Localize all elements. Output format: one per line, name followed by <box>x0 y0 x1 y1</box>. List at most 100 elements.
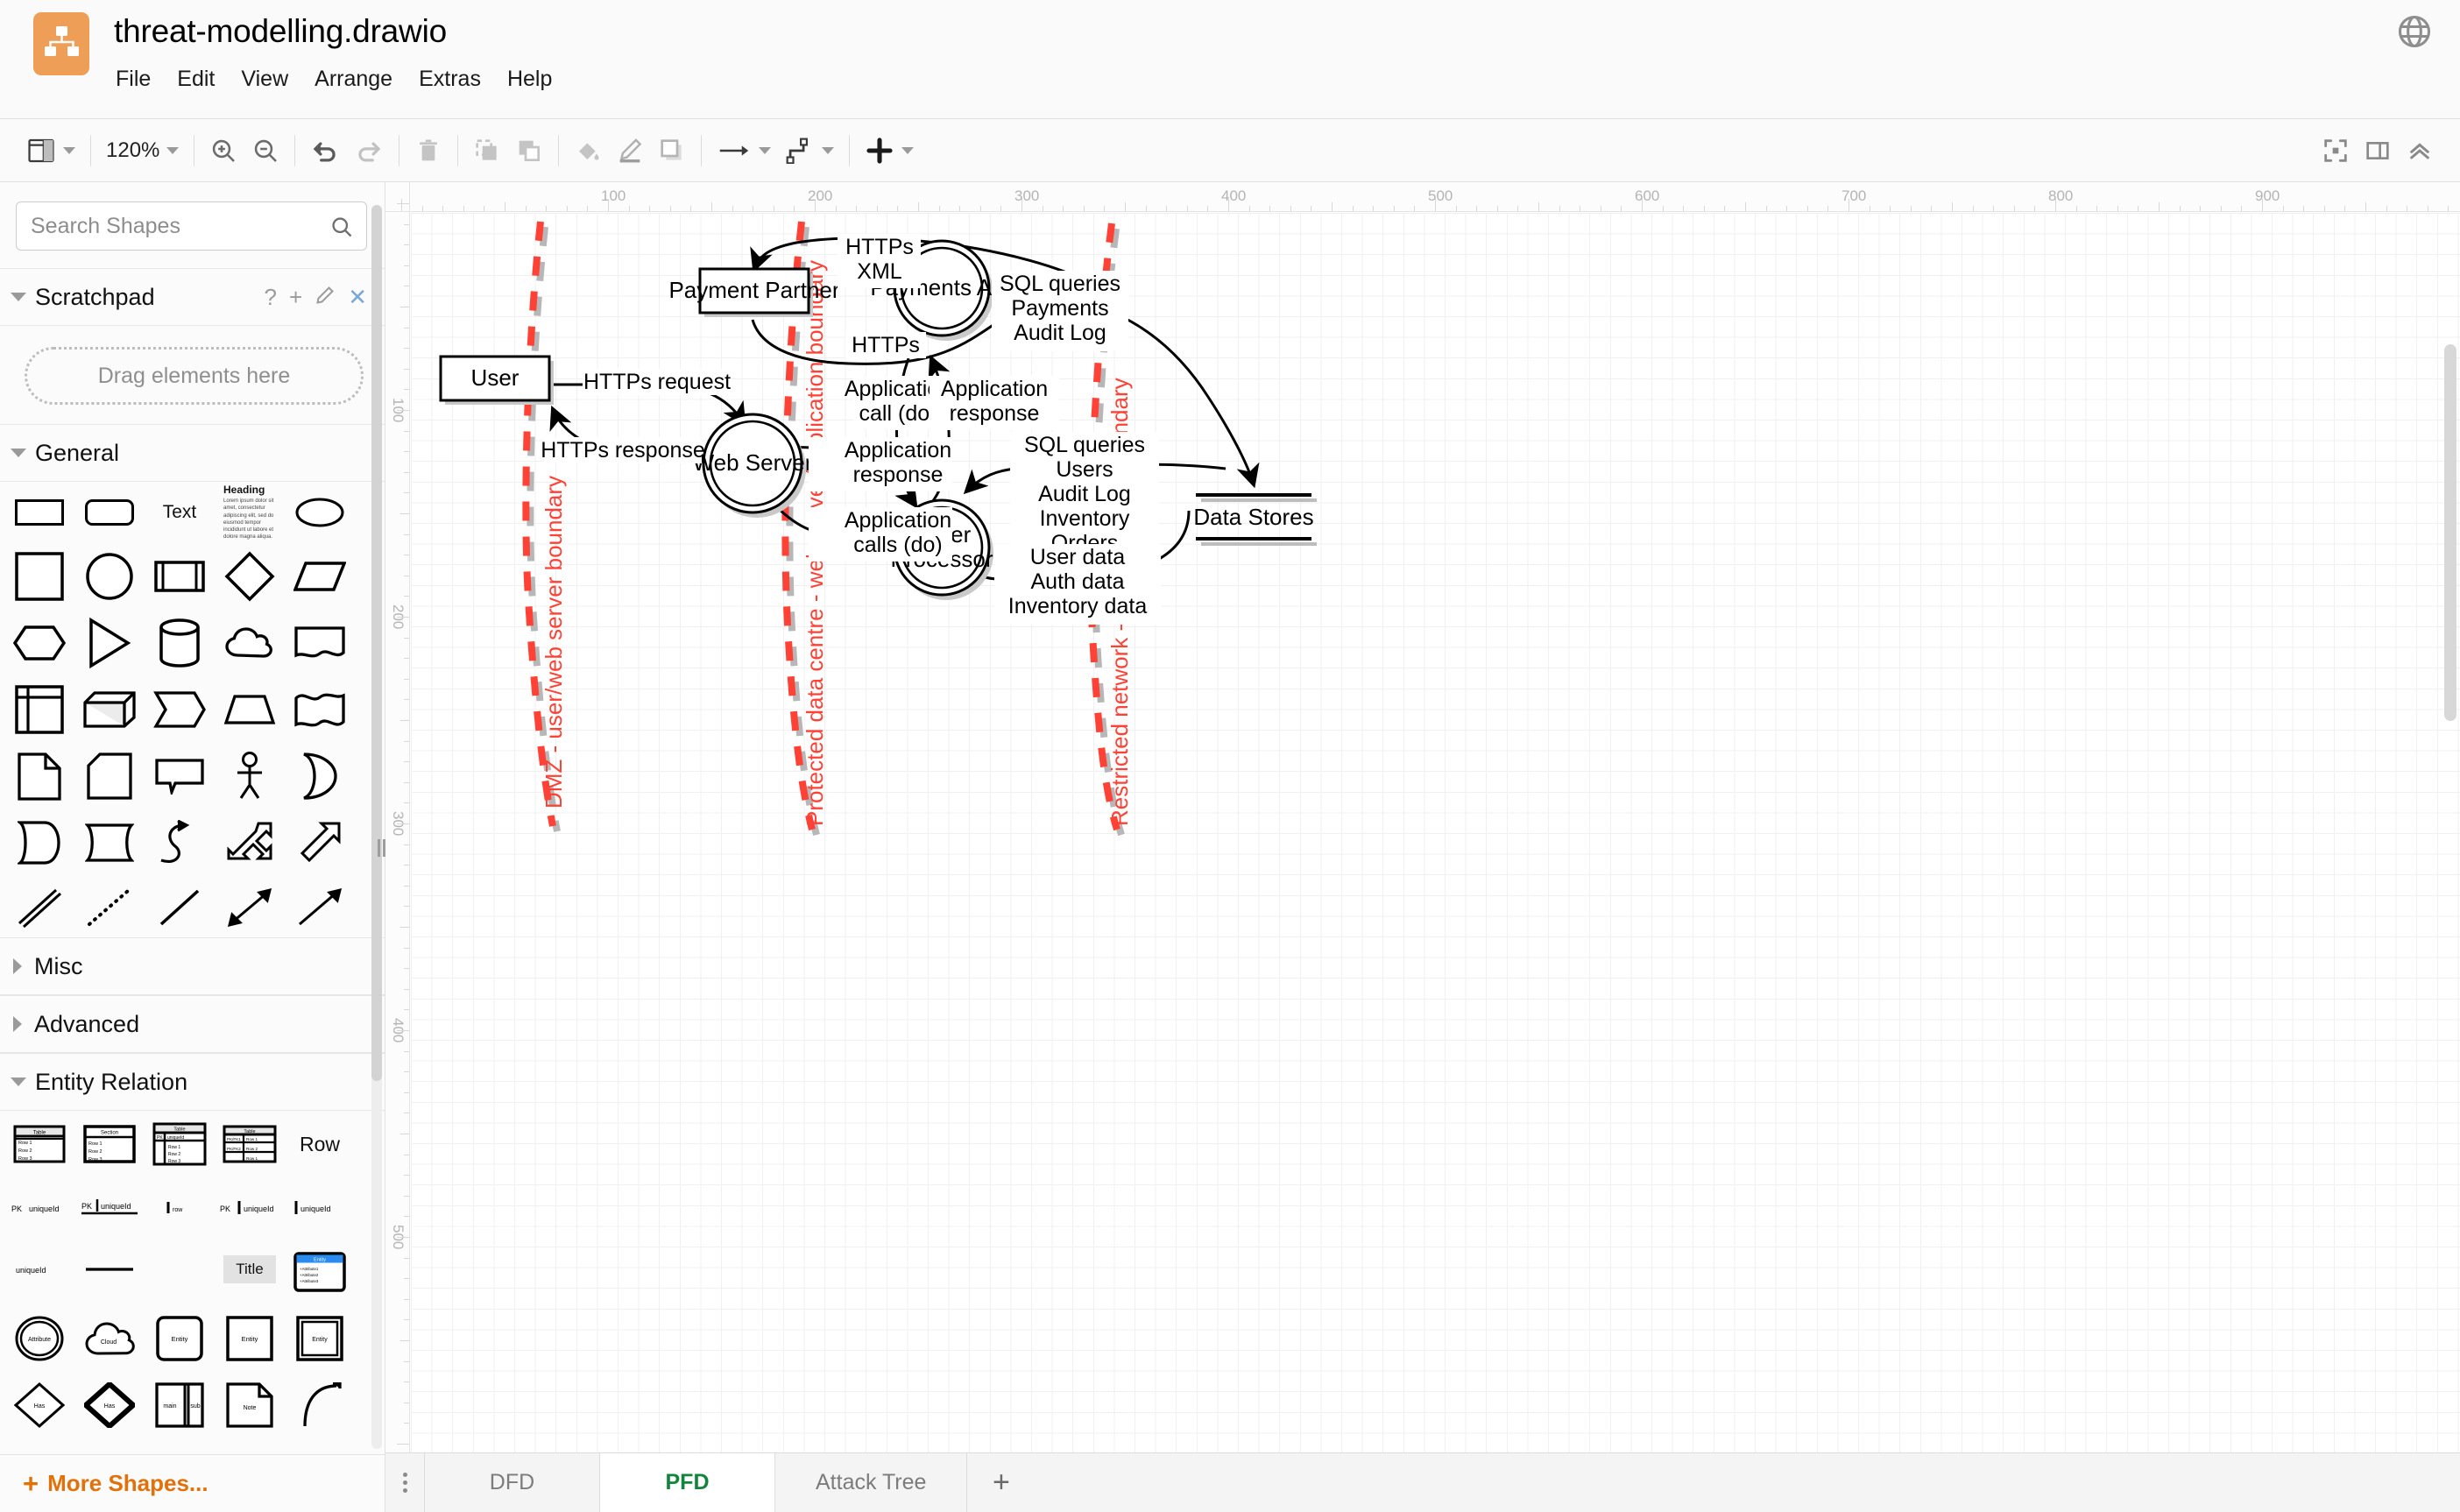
tab-pfd[interactable]: PFD <box>599 1453 774 1512</box>
connection-arrow-icon[interactable] <box>710 125 778 176</box>
globe-icon[interactable] <box>2395 12 2434 51</box>
add-page-button[interactable]: + <box>966 1453 1035 1512</box>
shape-table-section[interactable]: Section Row 1 Row 2 Row 3 <box>74 1111 145 1177</box>
shape-uniqueid-plain[interactable]: uniqueId <box>4 1239 74 1300</box>
more-shapes-button[interactable]: + More Shapes... <box>0 1454 385 1512</box>
shape-text[interactable]: Text <box>145 482 215 543</box>
shape-tape[interactable] <box>285 676 355 743</box>
shape-cylinder[interactable] <box>145 610 215 676</box>
tab-dfd[interactable]: DFD <box>424 1453 599 1512</box>
shape-square[interactable] <box>4 543 74 610</box>
line-color-icon[interactable] <box>609 125 651 176</box>
section-general[interactable]: General <box>0 424 385 482</box>
close-icon[interactable]: ✕ <box>348 286 367 308</box>
shape-circle[interactable] <box>74 543 145 610</box>
shape-has-diamond-bold[interactable]: Has <box>74 1372 145 1438</box>
connection-caret[interactable] <box>759 147 771 154</box>
node-web-server[interactable]: Web Server <box>693 414 813 518</box>
shape-table-pk-rows[interactable]: Table PK uniqueId Row 1 Row 2 Row 3 <box>145 1111 215 1177</box>
horizontal-ruler[interactable]: 100200300400500600700800900 <box>410 182 2460 212</box>
shape-empty-cell[interactable] <box>145 1239 215 1300</box>
shape-thick-arrow[interactable] <box>285 809 355 876</box>
menu-help[interactable]: Help <box>496 65 567 94</box>
tab-attack-tree[interactable]: Attack Tree <box>774 1453 966 1512</box>
shadow-icon[interactable] <box>651 125 693 176</box>
shape-row-label[interactable]: Row <box>285 1111 355 1177</box>
scratchpad-dropzone[interactable]: Drag elements here <box>25 347 364 405</box>
shape-parallelogram[interactable] <box>285 543 355 610</box>
shape-entity-rounded[interactable]: Entity <box>145 1305 215 1372</box>
shape-entity-double-square[interactable]: Entity <box>285 1305 355 1372</box>
shape-diamond[interactable] <box>215 543 285 610</box>
help-icon[interactable]: ? <box>265 286 277 308</box>
waypoints-caret[interactable] <box>822 147 834 154</box>
shape-line[interactable] <box>145 876 215 937</box>
menu-view[interactable]: View <box>230 65 303 94</box>
vertical-ruler[interactable]: 100200300400500 <box>385 212 410 1512</box>
panel-layout-caret[interactable] <box>63 147 75 154</box>
shape-rectangle[interactable] <box>4 482 74 543</box>
shape-delay[interactable] <box>74 809 145 876</box>
shape-cube[interactable] <box>74 676 145 743</box>
undo-icon[interactable] <box>303 125 347 176</box>
shape-card[interactable] <box>74 743 145 809</box>
shape-cloud[interactable]: Cloud <box>74 1305 145 1372</box>
shape-internal-storage[interactable] <box>4 676 74 743</box>
search-icon[interactable] <box>329 215 354 244</box>
to-front-icon[interactable] <box>466 125 508 176</box>
shape-table-pk-columns[interactable]: Table PK/FK1 Row 1 PK/FK2 Row 2 Row 1 <box>215 1111 285 1177</box>
shape-note[interactable] <box>4 743 74 809</box>
tab-menu-icon[interactable] <box>385 1453 424 1512</box>
shape-note[interactable]: Note <box>215 1372 285 1438</box>
shape-or[interactable] <box>285 743 355 809</box>
shape-attribute-double-circle[interactable]: Attribute <box>4 1305 74 1372</box>
shape-s-curve[interactable] <box>145 809 215 876</box>
menu-arrange[interactable]: Arrange <box>303 65 407 94</box>
shape-cloud[interactable] <box>215 610 285 676</box>
shape-ellipse[interactable] <box>285 482 355 543</box>
chevron-down-icon[interactable] <box>11 293 26 301</box>
shape-dotted-line[interactable] <box>74 876 145 937</box>
section-advanced[interactable]: Advanced <box>0 995 385 1053</box>
shape-horizontal-line[interactable] <box>74 1239 145 1300</box>
insert-icon[interactable] <box>858 125 921 176</box>
zoom-caret[interactable] <box>166 147 179 154</box>
waypoints-icon[interactable] <box>778 125 841 176</box>
shape-double-arrow[interactable] <box>215 809 285 876</box>
collapse-toolbar-icon[interactable] <box>2399 125 2441 176</box>
chevron-down-icon[interactable] <box>11 449 26 457</box>
add-icon[interactable]: + <box>289 286 302 308</box>
shape-process[interactable] <box>145 543 215 610</box>
chevron-down-icon[interactable] <box>11 1077 26 1086</box>
shape-double-line[interactable] <box>4 876 74 937</box>
section-entity-relation[interactable]: Entity Relation <box>0 1053 385 1111</box>
menu-extras[interactable]: Extras <box>407 65 496 94</box>
sidebar-scrollbar[interactable] <box>371 205 382 1449</box>
shape-trapezoid[interactable] <box>215 676 285 743</box>
panel-layout-icon[interactable] <box>19 125 82 176</box>
node-data-stores[interactable]: Data Stores <box>1193 495 1317 544</box>
shape-has-diamond[interactable]: Has <box>4 1372 74 1438</box>
diagram-canvas[interactable]: DMZ - user/web server boundary Protected… <box>411 213 2460 1512</box>
sidebar-resize-handle[interactable] <box>378 837 386 859</box>
insert-caret[interactable] <box>901 147 914 154</box>
redo-icon[interactable] <box>347 125 391 176</box>
shape-hexagon[interactable] <box>4 610 74 676</box>
shape-row-divider[interactable]: row <box>145 1177 215 1239</box>
shape-bidirectional-arrow[interactable] <box>215 876 285 937</box>
trust-boundary-dmz[interactable]: DMZ - user/web server boundary <box>526 222 567 831</box>
shape-triangle[interactable] <box>74 610 145 676</box>
search-input[interactable] <box>17 202 366 250</box>
shape-entity-table-blue[interactable]: Entity +Attribute1 +Attribute2 +Attribut… <box>285 1239 355 1305</box>
edge-sql-orders-tail[interactable] <box>966 469 1015 491</box>
canvas-vertical-scrollbar-thumb[interactable] <box>2444 344 2456 721</box>
shape-directional-arrow[interactable] <box>285 876 355 937</box>
zoom-level-button[interactable]: 120% <box>99 125 186 176</box>
menu-edit[interactable]: Edit <box>166 65 230 94</box>
shape-rounded-rectangle[interactable] <box>74 482 145 543</box>
section-misc[interactable]: Misc <box>0 937 385 995</box>
shape-pk-uniqueid-underline[interactable]: PKuniqueId <box>74 1177 145 1239</box>
shape-data-storage[interactable] <box>4 809 74 876</box>
chevron-right-icon[interactable] <box>13 1016 22 1032</box>
node-user[interactable]: User <box>441 357 554 405</box>
